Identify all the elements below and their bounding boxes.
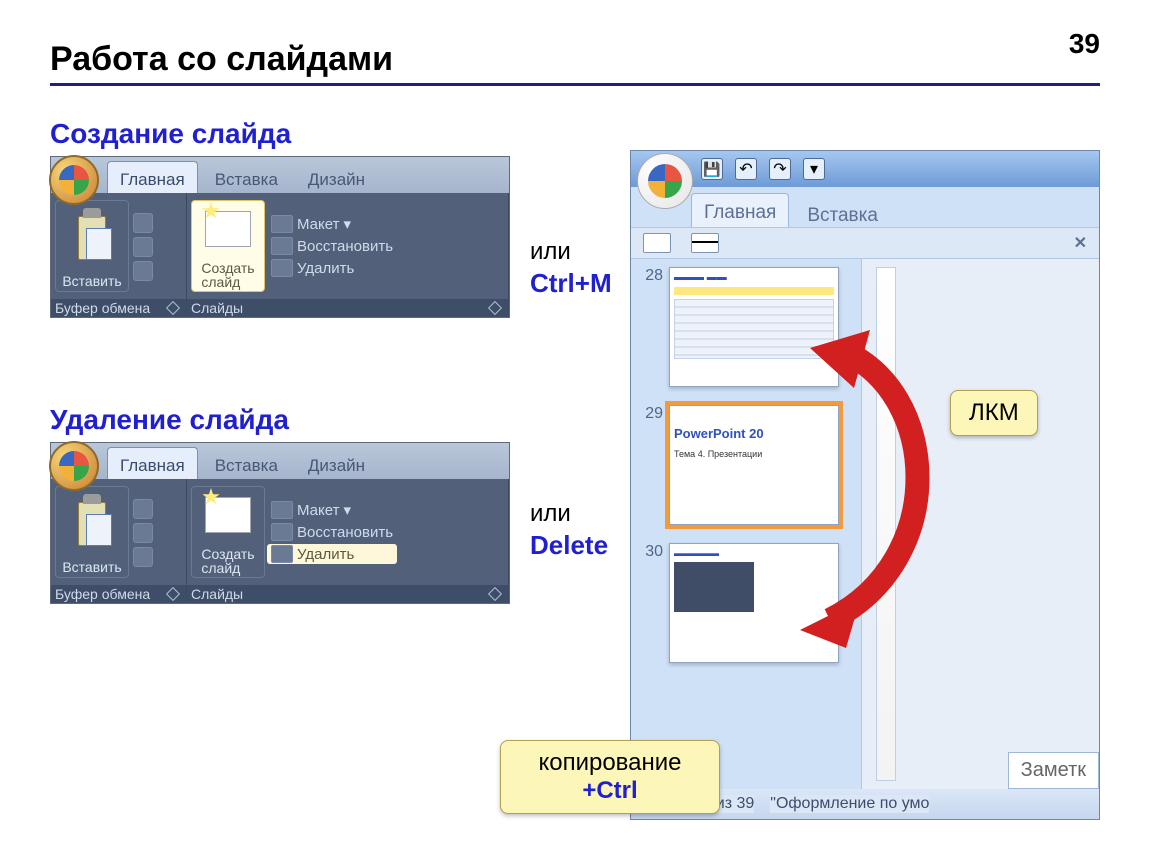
slide-thumb-30[interactable]: ▬▬▬▬▬ xyxy=(669,543,839,663)
qat-more-icon[interactable]: ▾ xyxy=(803,158,825,180)
qat-undo-icon[interactable]: ↶ xyxy=(735,158,757,180)
qat-redo-icon[interactable]: ↷ xyxy=(769,158,791,180)
paste-button-2[interactable]: Вставить xyxy=(55,486,129,578)
paste-label-2: Вставить xyxy=(62,559,121,575)
delete-label: Удалить xyxy=(297,260,354,277)
office-button-icon-2 xyxy=(49,441,99,491)
callout-lmb-text: ЛКМ xyxy=(969,399,1019,426)
slides-dialog-icon-2[interactable] xyxy=(488,587,502,601)
or-text-2: или xyxy=(530,500,571,527)
page-number: 39 xyxy=(1069,28,1100,60)
status-theme: "Оформление по умо xyxy=(770,795,929,813)
copy-icon[interactable] xyxy=(133,237,153,257)
layout-button[interactable]: Макет ▾ xyxy=(267,214,397,234)
thumb29-title: PowerPoint 20 xyxy=(674,426,834,441)
or-text-1: или xyxy=(530,238,571,265)
office-button[interactable] xyxy=(637,153,693,209)
cut-icon-2[interactable] xyxy=(133,499,153,519)
notes-pane[interactable]: Заметк xyxy=(1008,752,1099,789)
powerpoint-window: 💾 ↶ ↷ ▾ Главная Вставка ✕ 28 ▬▬▬ ▬▬ xyxy=(630,150,1100,820)
clipboard-group-label: Буфер обмена xyxy=(55,300,150,316)
copy-icon-2[interactable] xyxy=(133,523,153,543)
layout-label-2: Макет xyxy=(297,502,339,519)
callout-copy-text: копирование xyxy=(538,749,681,776)
ribbon-tab-home-2[interactable]: Главная xyxy=(107,447,198,479)
new-slide-button[interactable]: Создать слайд xyxy=(191,200,265,292)
paste-label: Вставить xyxy=(62,273,121,289)
callout-lmb: ЛКМ xyxy=(950,390,1038,436)
section-heading-delete: Удаление слайда xyxy=(50,404,590,436)
slides-group-label: Слайды xyxy=(191,300,243,316)
layout-label: Макет xyxy=(297,216,339,233)
slide-thumb-29[interactable]: PowerPoint 20 Тема 4. Презентации xyxy=(669,405,839,525)
reset-button[interactable]: Восстановить xyxy=(267,236,397,256)
reset-label-2: Восстановить xyxy=(297,524,393,541)
new-slide-button-2[interactable]: Создать слайд xyxy=(191,486,265,578)
delete-slide-button[interactable]: Удалить xyxy=(267,258,397,278)
layout-button-2[interactable]: Макет ▾ xyxy=(267,500,397,520)
clipboard-dialog-icon[interactable] xyxy=(166,301,180,315)
format-painter-icon[interactable] xyxy=(133,261,153,281)
slides-pane-icon[interactable] xyxy=(643,233,671,253)
delete-slide-button-hl[interactable]: Удалить xyxy=(267,544,397,564)
callout-copy-hotkey: +Ctrl xyxy=(582,777,637,804)
reset-button-2[interactable]: Восстановить xyxy=(267,522,397,542)
ribbon-screenshot-create: Главная Вставка Дизайн Вставить xyxy=(50,156,510,318)
format-painter-icon-2[interactable] xyxy=(133,547,153,567)
slides-dialog-icon[interactable] xyxy=(488,301,502,315)
qat-save-icon[interactable]: 💾 xyxy=(701,158,723,180)
ribbon-tab-home[interactable]: Главная xyxy=(107,161,198,193)
thumb29-sub: Тема 4. Презентации xyxy=(674,449,834,459)
ribbon-tab-insert[interactable]: Вставка xyxy=(202,161,291,193)
slides-group-label-2: Слайды xyxy=(191,586,243,602)
close-pane-icon[interactable]: ✕ xyxy=(1074,233,1087,253)
clipboard-group-label-2: Буфер обмена xyxy=(55,586,150,602)
office-button-icon xyxy=(49,155,99,205)
ribbon-screenshot-delete: Главная Вставка Дизайн Вставить xyxy=(50,442,510,604)
new-slide-label-2: Создать слайд xyxy=(201,547,254,575)
hotkey-ctrl-m: Ctrl+M xyxy=(530,268,612,299)
new-slide-label: Создать слайд xyxy=(201,261,254,289)
callout-copy: копирование +Ctrl xyxy=(500,740,720,814)
slide-thumbnail-panel: 28 ▬▬▬ ▬▬ 29 PowerPoint 20 Тема 4. Презе… xyxy=(631,259,861,789)
ribbon-tab-design[interactable]: Дизайн xyxy=(295,161,378,193)
outline-pane-icon[interactable] xyxy=(691,233,719,253)
paste-button[interactable]: Вставить xyxy=(55,200,129,292)
delete-label-hl: Удалить xyxy=(297,546,354,563)
pp-tab-home[interactable]: Главная xyxy=(691,193,789,227)
ribbon-tab-insert-2[interactable]: Вставка xyxy=(202,447,291,479)
cut-icon[interactable] xyxy=(133,213,153,233)
slide-thumb-28[interactable]: ▬▬▬ ▬▬ xyxy=(669,267,839,387)
clipboard-dialog-icon-2[interactable] xyxy=(166,587,180,601)
hotkey-delete: Delete xyxy=(530,530,608,561)
slide-title: Работа со слайдами xyxy=(50,40,1100,79)
section-heading-create: Создание слайда xyxy=(50,118,590,150)
thumb-number-29: 29 xyxy=(639,405,663,423)
pp-tab-insert[interactable]: Вставка xyxy=(807,205,878,227)
reset-label: Восстановить xyxy=(297,238,393,255)
slide-editor[interactable] xyxy=(861,259,1099,789)
vertical-ruler xyxy=(876,267,896,781)
title-underline xyxy=(50,83,1100,86)
ribbon-tab-design-2[interactable]: Дизайн xyxy=(295,447,378,479)
thumb-number-28: 28 xyxy=(639,267,663,285)
thumb-number-30: 30 xyxy=(639,543,663,561)
